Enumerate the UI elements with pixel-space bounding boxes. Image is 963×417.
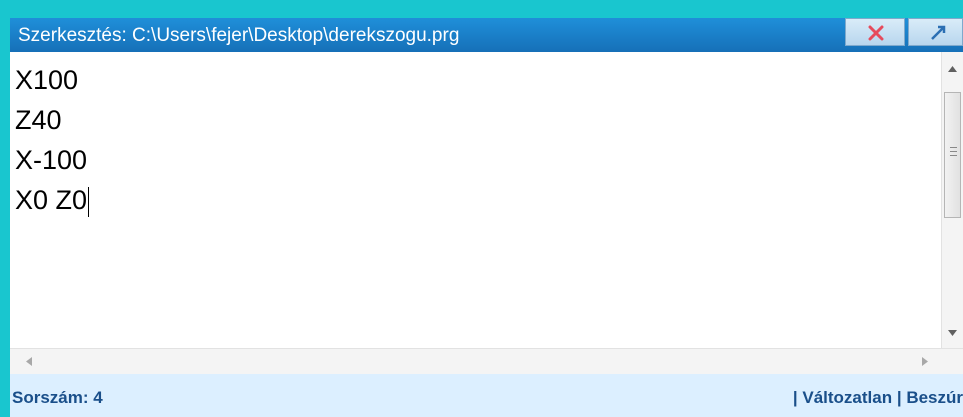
maximize-icon — [931, 25, 946, 40]
code-line-1[interactable]: X100 — [10, 60, 941, 100]
status-bar: Sorszám: 4 | Változatlan | Beszúr — [10, 374, 963, 417]
code-line-3[interactable]: X-100 — [10, 140, 941, 180]
grip-line-2 — [950, 151, 957, 152]
scroll-down-arrow-icon[interactable] — [948, 330, 957, 336]
scroll-right-arrow-icon[interactable] — [922, 357, 928, 366]
horizontal-scrollbar[interactable] — [10, 348, 963, 374]
code-line-4[interactable]: X0 Z0 — [10, 180, 941, 220]
code-line-4-text: X0 Z0 — [15, 185, 88, 215]
scroll-up-arrow-icon[interactable] — [948, 66, 957, 72]
code-line-2[interactable]: Z40 — [10, 100, 941, 140]
vertical-scroll-thumb[interactable] — [944, 92, 961, 218]
scroll-left-arrow-icon[interactable] — [26, 357, 32, 366]
window-title: Szerkesztés: C:\Users\fejer\Desktop\dere… — [18, 25, 460, 46]
grip-line-3 — [950, 155, 957, 156]
grip-line-1 — [950, 147, 957, 148]
close-button[interactable] — [845, 18, 905, 46]
line-number-status: Sorszám: 4 — [12, 388, 103, 407]
close-icon — [868, 25, 884, 41]
code-editor[interactable]: X100 Z40 X-100 X0 Z0 — [10, 52, 941, 348]
title-bar[interactable]: Szerkesztés: C:\Users\fejer\Desktop\dere… — [10, 18, 963, 52]
text-caret — [88, 186, 90, 217]
edit-mode-status: | Változatlan | Beszúr — [792, 388, 963, 407]
vertical-scrollbar[interactable] — [941, 52, 963, 348]
maximize-button[interactable] — [908, 18, 963, 46]
editor-window: Szerkesztés: C:\Users\fejer\Desktop\dere… — [0, 0, 963, 417]
